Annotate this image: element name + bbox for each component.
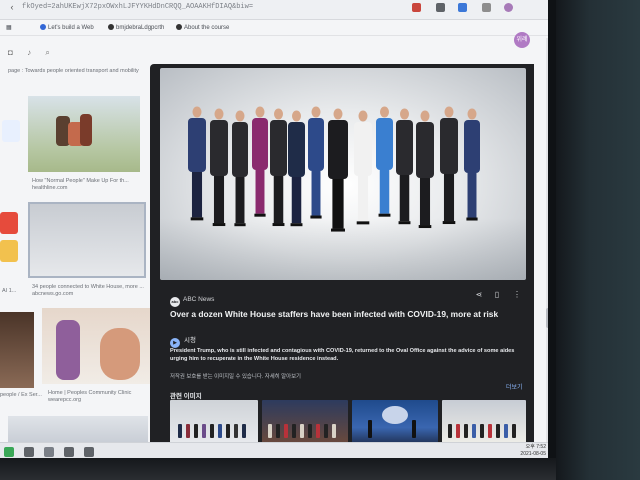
bookmark-label: bmjdebraLdgpcrth <box>116 25 165 31</box>
related-image[interactable] <box>170 400 258 446</box>
bookmark-item[interactable]: bmjdebraLdgpcrth <box>108 24 164 31</box>
person-figure <box>288 110 305 227</box>
people-group-illustration <box>188 106 480 232</box>
url-text[interactable]: fkOyed=2ahUKEwjX72pxOWxhLJFYYKHdDnCRQQ_A… <box>22 3 253 11</box>
result-thumbnail[interactable] <box>0 312 34 388</box>
article-snippet: President Trump, who is still infected a… <box>170 348 515 362</box>
puzzle-icon[interactable] <box>482 3 491 12</box>
person-figure <box>210 108 228 227</box>
taskbar-app-icon[interactable] <box>24 447 34 457</box>
related-image[interactable] <box>442 400 526 446</box>
browser-screen: ‹ fkOyed=2ahUKEwjX72pxOWxhLJFYYKHdDnCRQQ… <box>0 0 550 460</box>
person-figure <box>416 110 434 229</box>
result-thumbnail[interactable] <box>42 308 150 384</box>
result-caption[interactable]: Home | Peoples Community Clinic <box>48 390 131 397</box>
person-figure <box>232 110 248 227</box>
result-source: wearepcc.org <box>48 397 82 403</box>
monitor-bezel <box>0 458 560 480</box>
result-thumbnail[interactable] <box>0 212 18 234</box>
result-caption[interactable]: How "Normal People" Make Up For th... <box>32 178 129 185</box>
result-caption[interactable]: people / Ex Ser... <box>0 392 42 399</box>
bookmark-label: Let's build a Web <box>48 25 94 31</box>
profile-avatar[interactable]: 위례 <box>514 32 530 48</box>
source-attribution[interactable]: abc ABC News <box>170 296 214 307</box>
person-figure <box>252 106 268 217</box>
person-figure <box>270 108 287 227</box>
search-icon[interactable]: ⌕ <box>45 48 49 57</box>
result-thumbnail[interactable] <box>2 120 20 142</box>
extension-icon[interactable] <box>458 3 467 12</box>
preview-image[interactable] <box>160 68 526 280</box>
result-thumbnail[interactable] <box>0 240 18 262</box>
person-figure <box>354 110 372 225</box>
result-caption[interactable]: page : Towards people oriented transport… <box>8 68 139 75</box>
extension-icon[interactable] <box>436 3 445 12</box>
apps-icon[interactable]: ▦ <box>6 24 12 31</box>
address-bar[interactable]: ‹ fkOyed=2ahUKEwjX72pxOWxhLJFYYKHdDnCRQQ… <box>0 0 550 20</box>
result-thumbnail[interactable] <box>8 416 148 442</box>
start-icon[interactable] <box>4 447 14 457</box>
bookmark-item[interactable]: About the course <box>176 24 229 31</box>
person-figure <box>464 108 480 221</box>
bookmark-item[interactable]: Let's build a Web <box>40 24 94 31</box>
person-figure <box>328 108 348 232</box>
result-thumbnail-selected[interactable] <box>28 202 146 278</box>
visit-label: 시청 <box>184 337 196 344</box>
system-clock[interactable]: 오후 7:52 2021-08-05 <box>512 444 546 458</box>
back-arrow-icon[interactable]: ‹ <box>6 2 18 14</box>
taskbar-app-icon[interactable] <box>84 447 94 457</box>
result-thumbnail[interactable] <box>28 96 140 172</box>
article-headline[interactable]: Over a dozen White House staffers have b… <box>170 309 520 319</box>
person-figure <box>376 106 393 217</box>
background-wall <box>556 0 640 480</box>
abc-news-logo-icon: abc <box>170 297 180 307</box>
result-source: abcnews.go.com <box>32 291 74 297</box>
bookmarks-bar: ▦ Let's build a Web bmjdebraLdgpcrth Abo… <box>0 20 550 36</box>
clock-time: 오후 7:52 <box>525 444 546 450</box>
more-options-icon[interactable]: ⋮ <box>510 290 524 299</box>
person-figure <box>396 108 413 225</box>
person-figure <box>188 106 206 221</box>
taskbar-app-icon[interactable] <box>44 447 54 457</box>
more-link[interactable]: 더보기 <box>506 382 523 391</box>
result-caption[interactable]: AI 1... <box>2 288 16 295</box>
search-tools: ◘ ♪ ⌕ <box>8 48 62 58</box>
person-figure <box>308 106 324 219</box>
result-caption[interactable]: 34 people connected to White House, more… <box>32 284 144 291</box>
clock-date: 2021-08-05 <box>520 451 546 457</box>
mic-icon[interactable]: ♪ <box>27 48 31 57</box>
person-figure <box>440 106 458 225</box>
share-icon[interactable]: ⋖ <box>472 290 486 299</box>
extension-icon[interactable] <box>412 3 421 12</box>
image-results-column: page : Towards people oriented transport… <box>0 62 150 460</box>
result-source: healthline.com <box>32 185 68 191</box>
play-icon: ▶ <box>170 338 180 348</box>
copyright-notice[interactable]: 저작권 보호를 받는 이미지일 수 있습니다. 자세히 알아보기 <box>170 372 301 380</box>
related-images-title: 관련 이미지 <box>170 393 202 400</box>
source-name: ABC News <box>183 296 215 303</box>
bookmark-icon[interactable]: ▯ <box>490 290 504 299</box>
visit-button[interactable]: ▶ 시청 <box>170 334 196 348</box>
account-icon[interactable] <box>504 3 513 12</box>
taskbar-app-icon[interactable] <box>64 447 74 457</box>
image-preview-panel: ✕ ‹ › abcABC News ⋖ ▯ ⋮ Over a dozen Whi… <box>150 64 534 460</box>
bookmark-label: About the course <box>184 25 230 31</box>
camera-icon[interactable]: ◘ <box>8 48 13 57</box>
related-image[interactable] <box>352 400 438 446</box>
related-image[interactable] <box>262 400 348 446</box>
